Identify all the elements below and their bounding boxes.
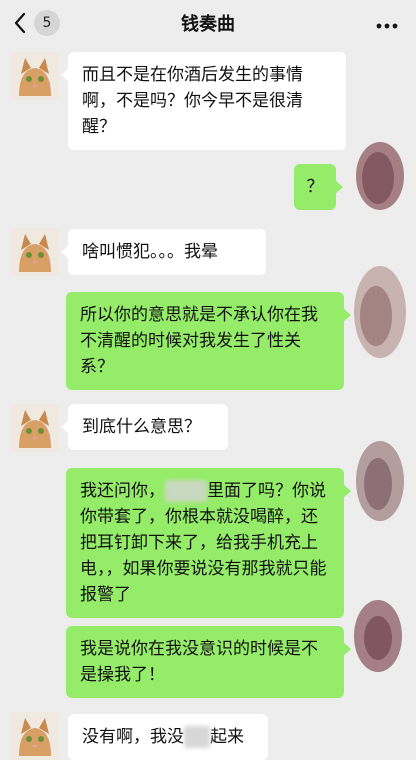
redacted-text xyxy=(165,480,207,502)
unread-count-badge: 5 xyxy=(34,10,60,36)
message-bubble-incoming[interactable]: 啥叫惯犯。。。我晕 xyxy=(61,229,266,275)
my-avatar[interactable] xyxy=(348,262,408,358)
my-avatar[interactable] xyxy=(348,138,408,214)
chat-header: 5 钱奏曲 xyxy=(0,0,416,46)
message-bubble-outgoing[interactable]: 所以你的意思就是不承认你在我不清醒的时候对我发生了性关系？ xyxy=(66,292,351,390)
message-bubble-incoming[interactable]: 到底什么意思？ xyxy=(61,404,228,450)
contact-avatar[interactable] xyxy=(11,712,59,760)
message-bubble-outgoing[interactable]: 我是说你在我没意识的时候是不是操我了！ xyxy=(66,626,351,698)
chevron-left-icon xyxy=(10,8,30,38)
message-text: 没有啊，我没 xyxy=(82,727,184,747)
chat-title: 钱奏曲 xyxy=(181,14,235,35)
more-button[interactable] xyxy=(374,10,400,36)
message-bubble-incoming[interactable]: 没有啊，我没 起来 xyxy=(68,714,268,760)
my-avatar[interactable] xyxy=(348,596,408,672)
contact-avatar[interactable] xyxy=(11,228,59,276)
my-avatar[interactable] xyxy=(348,436,408,521)
message-bubble-incoming[interactable]: 而且不是在你酒后发生的事情啊，不是吗？你今早不是很清醒？ xyxy=(61,52,346,150)
more-horizontal-icon xyxy=(376,14,398,33)
message-bubble-outgoing[interactable]: 我还问你， 里面了吗？你说你带套了，你根本就没喝醉，还把耳钉卸下来了，给我手机充上… xyxy=(66,468,351,618)
message-bubble-outgoing[interactable]: ？ xyxy=(294,164,343,210)
contact-avatar[interactable] xyxy=(11,404,59,452)
back-button[interactable]: 5 xyxy=(10,8,60,38)
message-text: 起来 xyxy=(210,727,244,747)
contact-avatar[interactable] xyxy=(11,52,59,100)
redacted-text xyxy=(184,726,210,748)
message-text: 我还问你， xyxy=(80,481,165,501)
